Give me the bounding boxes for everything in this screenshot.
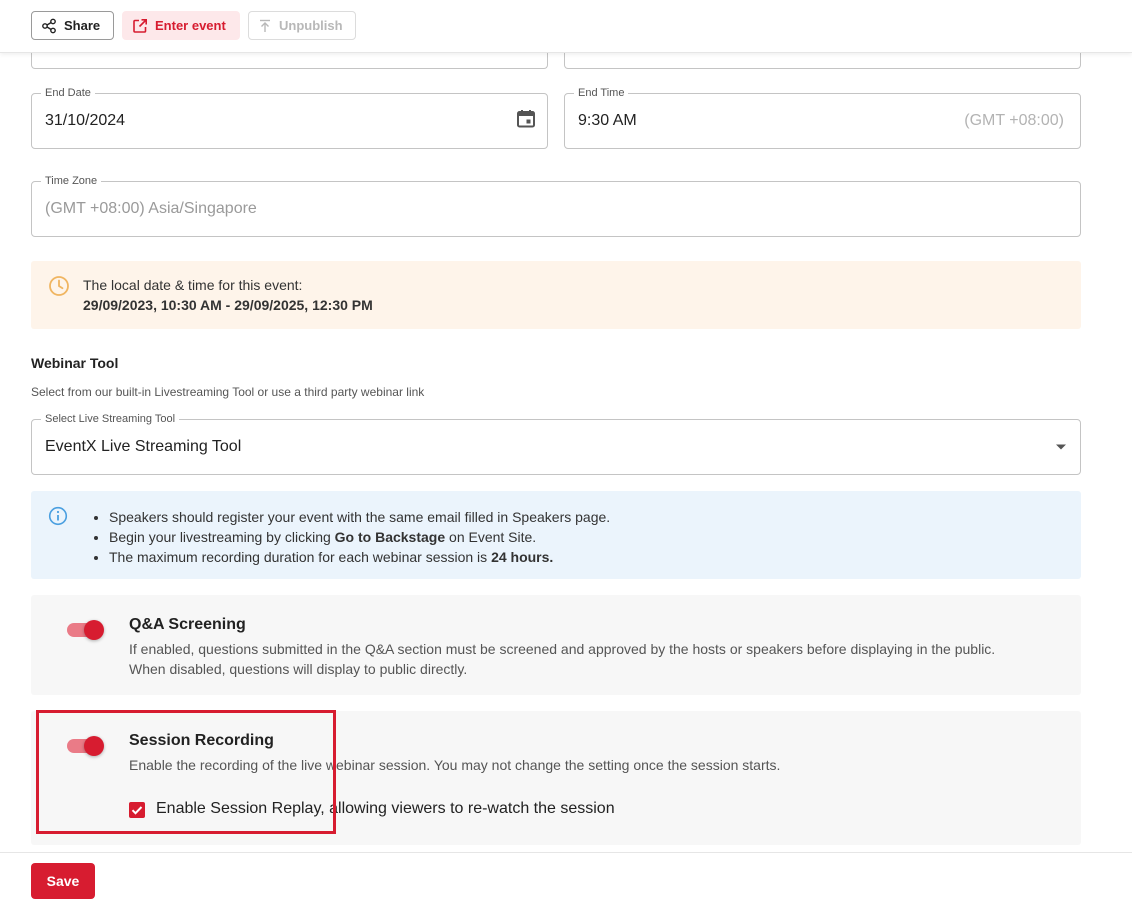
qa-screening-title: Q&A Screening	[129, 616, 246, 633]
qa-screening-toggle[interactable]	[67, 620, 105, 640]
list-item: Speakers should register your event with…	[109, 507, 610, 527]
enter-event-button[interactable]: Enter event	[122, 11, 240, 40]
unpublish-label: Unpublish	[279, 18, 343, 33]
end-time-timezone-suffix: (GMT +08:00)	[964, 112, 1064, 129]
webinar-tips-banner: Speakers should register your event with…	[31, 491, 1081, 579]
end-time-field[interactable]: End Time 9:30 AM (GMT +08:00)	[564, 86, 1081, 149]
share-label: Share	[64, 18, 101, 33]
session-recording-toggle[interactable]	[67, 736, 105, 756]
tip-bold-text: Go to Backstage	[334, 529, 446, 545]
time-zone-label: Time Zone	[41, 174, 102, 188]
toggle-knob	[84, 620, 104, 640]
qa-screening-description: If enabled, questions submitted in the Q…	[129, 641, 996, 677]
share-icon	[42, 18, 56, 33]
time-zone-value: (GMT +08:00) Asia/Singapore	[45, 200, 257, 217]
end-date-label: End Date	[41, 86, 95, 100]
info-icon	[48, 506, 68, 531]
end-date-value: 31/10/2024	[45, 112, 126, 129]
footer-bar	[0, 852, 1132, 906]
webinar-tool-subtitle: Select from our built-in Livestreaming T…	[31, 385, 425, 399]
tip-text: Speakers should register your event with…	[109, 509, 611, 525]
top-toolbar: Share Enter event Unpublish	[0, 0, 1132, 53]
save-button[interactable]: Save	[31, 863, 95, 899]
live-streaming-tool-label: Select Live Streaming Tool	[41, 412, 180, 426]
session-replay-checkbox[interactable]	[129, 802, 145, 818]
upload-icon	[260, 19, 270, 32]
webinar-tool-title: Webinar Tool	[31, 355, 119, 371]
end-time-label: End Time	[574, 86, 629, 100]
session-recording-description: Enable the recording of the live webinar…	[129, 757, 781, 773]
qa-screening-card: Q&A Screening If enabled, questions subm…	[31, 595, 1081, 695]
live-streaming-tool-select[interactable]: Select Live Streaming Tool EventX Live S…	[31, 412, 1081, 475]
session-recording-card: Session Recording Enable the recording o…	[31, 711, 1081, 845]
local-time-range: 29/09/2023, 10:30 AM - 29/09/2025, 12:30…	[83, 297, 373, 313]
tips-list: Speakers should register your event with…	[109, 507, 610, 567]
clock-icon	[48, 275, 70, 302]
list-item: The maximum recording duration for each …	[109, 547, 610, 567]
session-recording-title: Session Recording	[129, 732, 274, 749]
local-time-intro: The local date & time for this event:	[83, 277, 303, 293]
tip-bold-text: 24 hours.	[491, 549, 554, 565]
time-zone-field[interactable]: Time Zone (GMT +08:00) Asia/Singapore	[31, 174, 1081, 237]
list-item: Begin your livestreaming by clicking Go …	[109, 527, 610, 547]
end-time-value: 9:30 AM	[578, 112, 637, 129]
enter-event-label: Enter event	[155, 18, 226, 33]
local-time-banner: The local date & time for this event: 29…	[31, 261, 1081, 329]
tip-text: on Event Site.	[445, 529, 537, 545]
dropdown-arrow-icon[interactable]	[1055, 438, 1067, 456]
tip-text: Begin your livestreaming by clicking	[109, 529, 335, 545]
external-link-icon	[133, 18, 147, 33]
unpublish-button[interactable]: Unpublish	[248, 11, 356, 40]
calendar-icon[interactable]	[516, 109, 536, 134]
tip-text: The maximum recording duration for each …	[109, 549, 492, 565]
toggle-knob	[84, 736, 104, 756]
checkmark-icon	[131, 806, 143, 815]
session-replay-label[interactable]: Enable Session Replay, allowing viewers …	[156, 800, 615, 818]
live-streaming-tool-value: EventX Live Streaming Tool	[45, 438, 242, 455]
share-button[interactable]: Share	[31, 11, 114, 40]
end-date-field[interactable]: End Date 31/10/2024	[31, 86, 548, 149]
